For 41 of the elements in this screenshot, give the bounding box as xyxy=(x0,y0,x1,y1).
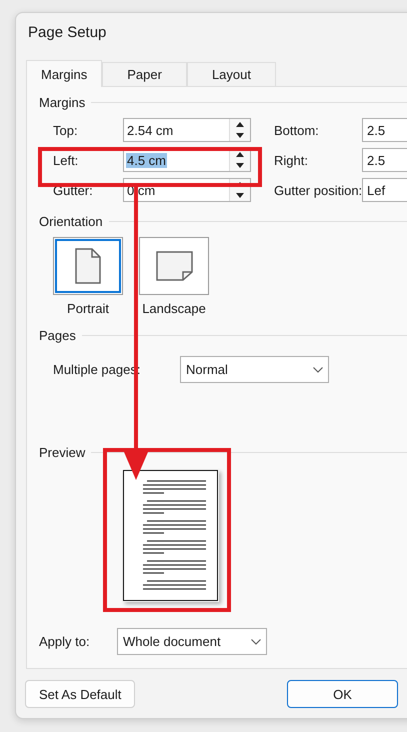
input-field[interactable]: Lef xyxy=(362,178,407,202)
spin-field[interactable]: 2.54 cm xyxy=(123,118,251,142)
tab[interactable]: Paper xyxy=(102,62,187,86)
dropdown[interactable]: Normal xyxy=(180,356,329,383)
field-label: Bottom: xyxy=(273,122,320,138)
orientation-button[interactable] xyxy=(139,237,209,295)
spin-down-button[interactable] xyxy=(230,130,250,141)
portrait-page-icon xyxy=(75,248,101,284)
triangle-down-icon xyxy=(236,193,244,198)
field-label: Right: xyxy=(273,152,309,168)
section-heading: Orientation xyxy=(39,214,103,229)
section-heading: Preview xyxy=(39,445,86,460)
field-label: Left: xyxy=(53,152,80,168)
input-field[interactable]: 2.5 xyxy=(362,148,407,172)
input-field[interactable]: 2.5 xyxy=(362,118,407,142)
triangle-down-icon xyxy=(236,133,244,138)
dialog-button[interactable]: Set As Default xyxy=(25,680,136,708)
field-label: Apply to: xyxy=(39,634,91,649)
orientation-button[interactable] xyxy=(53,237,123,295)
field-value: 2.54 cm xyxy=(126,122,174,138)
dialog-button[interactable]: OK xyxy=(287,680,398,708)
spin-down-button[interactable] xyxy=(230,160,250,171)
landscape-page-icon xyxy=(156,251,192,281)
option-label: Portrait xyxy=(67,301,109,316)
field-value: 4.5 cm xyxy=(126,152,168,168)
field-label: Gutter position: xyxy=(273,182,362,198)
tab[interactable]: Margins xyxy=(26,60,102,87)
triangle-up-icon xyxy=(236,152,244,157)
tab[interactable]: Layout xyxy=(186,62,276,86)
spin-up-button[interactable] xyxy=(230,119,250,130)
chevron-down-icon xyxy=(313,366,323,372)
option-label: Landscape xyxy=(142,301,206,316)
field-label: Top: xyxy=(53,122,79,138)
spin-down-button[interactable] xyxy=(230,190,250,201)
section-heading: Margins xyxy=(39,95,86,110)
chevron-down-icon xyxy=(251,638,261,644)
section-heading: Pages xyxy=(39,328,76,343)
dropdown[interactable]: Whole document xyxy=(117,628,267,655)
triangle-down-icon xyxy=(236,163,244,168)
triangle-up-icon xyxy=(236,122,244,127)
window-title: Page Setup xyxy=(27,23,108,43)
